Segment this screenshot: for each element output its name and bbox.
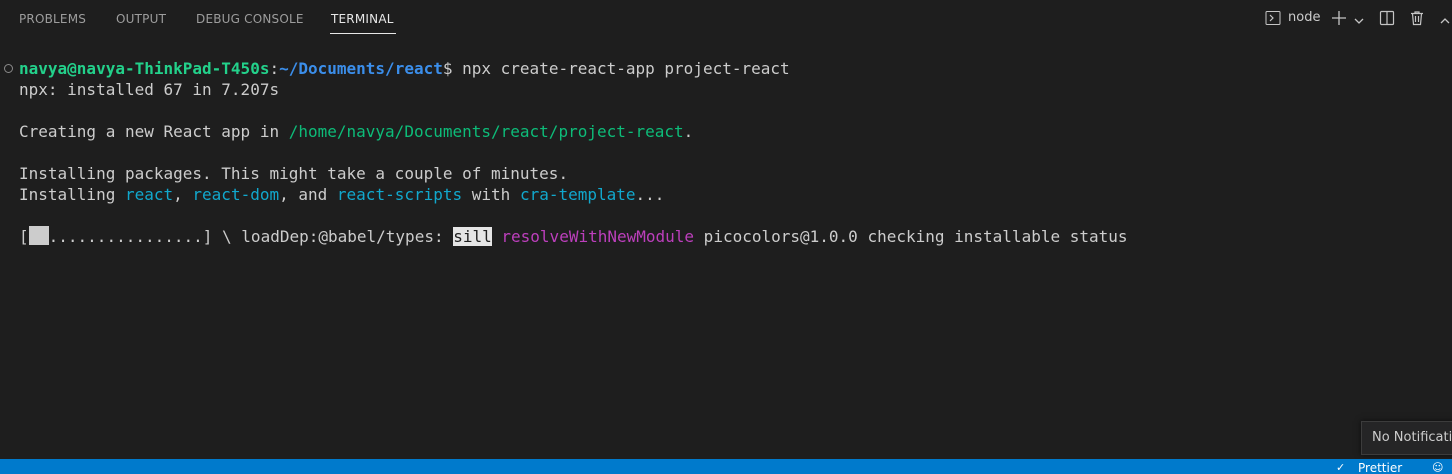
feedback-icon[interactable]: ☺	[1432, 461, 1443, 474]
package-cra-template: cra-template	[519, 185, 636, 204]
ellipsis: ...	[635, 185, 665, 204]
separator-1: ,	[173, 185, 193, 204]
package-react-dom: react-dom	[192, 185, 280, 204]
progress-dots: ................	[48, 227, 203, 246]
creating-suffix: .	[683, 122, 694, 141]
log-function: resolveWithNewModule	[501, 227, 695, 246]
with-text: with	[462, 185, 520, 204]
installing-prefix: Installing	[19, 185, 125, 204]
split-icon[interactable]	[1379, 10, 1395, 30]
creating-prefix: Creating a new React app in	[19, 122, 289, 141]
notification-toast[interactable]: No Notifications	[1361, 421, 1452, 455]
creating-path: /home/navya/Documents/react/project-reac…	[288, 122, 684, 141]
check-icon: ✓	[1336, 461, 1346, 474]
prompt-colon: :	[269, 59, 280, 78]
progress-status: picocolors@1.0.0 checking installable st…	[694, 227, 1128, 246]
prompt-symbol: $	[442, 59, 463, 78]
prettier-status[interactable]: Prettier	[1358, 461, 1402, 474]
terminal-toolbar: node	[0, 0, 1452, 36]
status-bar: ✓ Prettier ☺	[0, 459, 1452, 474]
command-text: npx create-react-app project-react	[462, 59, 790, 78]
progress-block	[28, 226, 49, 245]
separator-2: , and	[279, 185, 337, 204]
terminal-line-installing-deps: Installing react, react-dom, and react-s…	[19, 184, 664, 205]
terminal-line-prompt: navya@navya-ThinkPad-T450s:~/Documents/r…	[19, 58, 790, 79]
terminal-line-creating: Creating a new React app in /home/navya/…	[19, 121, 693, 142]
package-react-scripts: react-scripts	[336, 185, 463, 204]
terminal-icon[interactable]	[1265, 10, 1281, 30]
terminal-line-progress: [................] \ loadDep:@babel/type…	[19, 226, 1128, 247]
terminal-name-label[interactable]: node	[1288, 10, 1320, 25]
plus-icon[interactable]	[1331, 10, 1347, 30]
package-react: react	[124, 185, 174, 204]
log-level-badge: sill	[453, 227, 492, 246]
progress-open: [	[19, 227, 29, 246]
command-decoration-icon[interactable]	[4, 64, 13, 73]
terminal-line-installing-packages: Installing packages. This might take a c…	[19, 164, 569, 183]
chevron-up-icon[interactable]	[1439, 12, 1451, 31]
trash-icon[interactable]	[1409, 10, 1425, 30]
prompt-user-host: navya@navya-ThinkPad-T450s	[19, 59, 270, 78]
terminal-output[interactable]: navya@navya-ThinkPad-T450s:~/Documents/r…	[0, 58, 1452, 246]
chevron-down-icon[interactable]	[1353, 12, 1365, 31]
progress-close: ] \ loadDep:@babel/types:	[202, 227, 454, 246]
prompt-path: ~/Documents/react	[279, 59, 443, 78]
terminal-line-installed: npx: installed 67 in 7.207s	[19, 80, 280, 99]
toast-text: No Notifications	[1372, 430, 1452, 445]
